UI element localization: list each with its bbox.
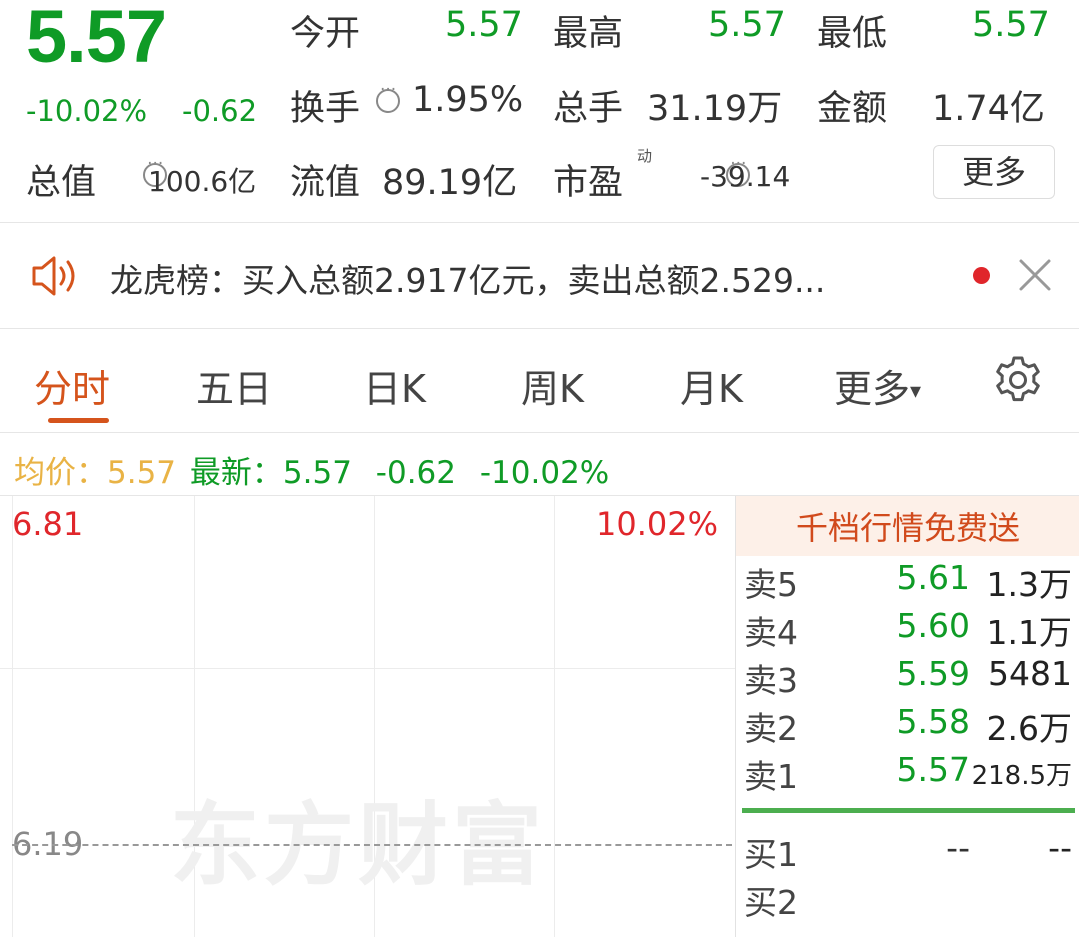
prev-close-line bbox=[12, 844, 732, 846]
sell-row: 卖1 5.57 218.5万 bbox=[736, 750, 1079, 796]
open-label: 今开 bbox=[290, 14, 361, 54]
active-tab-indicator bbox=[48, 418, 109, 423]
tab-intraday[interactable]: 分时 bbox=[34, 358, 110, 413]
current-price: 5.57 bbox=[26, 0, 167, 78]
volume-label: 总手 bbox=[553, 89, 624, 129]
speaker-icon bbox=[30, 254, 80, 298]
average-latest-row: 均价：5.57 最新：5.57 -0.62 -10.02% bbox=[14, 447, 609, 492]
more-stats-button[interactable]: 更多 bbox=[933, 145, 1055, 199]
gear-icon[interactable] bbox=[992, 354, 1044, 406]
buy-price: -- bbox=[946, 828, 970, 867]
amount-value: 1.74亿 bbox=[932, 89, 1045, 129]
chevron-down-icon: ▾ bbox=[910, 379, 922, 404]
high-label: 最高 bbox=[553, 14, 624, 54]
sell-price: 5.58 bbox=[896, 702, 970, 741]
market-cap-label: 总值 bbox=[26, 163, 97, 203]
turnover-label: 换手 bbox=[290, 89, 361, 129]
buy-level-label: 买2 bbox=[744, 883, 798, 922]
sell-row: 卖5 5.61 1.3万 bbox=[736, 558, 1079, 604]
avg-price-value: 5.57 bbox=[107, 455, 177, 491]
sell-level-label: 卖4 bbox=[744, 613, 798, 652]
volume-value: 31.19万 bbox=[647, 89, 783, 129]
sell-price: 5.61 bbox=[896, 558, 970, 597]
sell-volume: 5481 bbox=[988, 654, 1072, 693]
divider bbox=[0, 432, 1079, 433]
float-cap-value: 89.19亿 bbox=[382, 163, 518, 203]
sell-row: 卖4 5.60 1.1万 bbox=[736, 606, 1079, 652]
sell-volume: 2.6万 bbox=[986, 709, 1072, 748]
tab-daily-k[interactable]: 日K bbox=[363, 358, 426, 413]
high-value: 5.57 bbox=[708, 5, 786, 45]
open-value: 5.57 bbox=[445, 5, 523, 45]
divider bbox=[0, 222, 1079, 223]
tab-five-day[interactable]: 五日 bbox=[196, 358, 272, 413]
y-axis-top-percent: 10.02% bbox=[596, 505, 719, 543]
sell-volume: 1.3万 bbox=[986, 565, 1072, 604]
latest-change: -0.62 bbox=[375, 455, 456, 491]
sell-level-label: 卖1 bbox=[744, 757, 798, 796]
buy-volume: -- bbox=[1048, 828, 1072, 867]
pe-dynamic-superscript: 动 bbox=[637, 147, 653, 165]
y-axis-top-price: 6.81 bbox=[12, 505, 84, 543]
pe-value: -39.14 bbox=[700, 160, 791, 193]
watermark: 东方财富 bbox=[170, 792, 546, 898]
grid-line bbox=[0, 668, 735, 669]
level2-promo-banner[interactable]: 千档行情免费送 bbox=[736, 496, 1079, 556]
latest-price-value: 5.57 bbox=[282, 455, 352, 491]
avg-price-label: 均价： bbox=[14, 455, 107, 491]
close-icon[interactable] bbox=[1018, 258, 1052, 292]
low-label: 最低 bbox=[817, 14, 888, 54]
change-amount: -0.62 bbox=[182, 94, 258, 128]
dragon-tiger-notice[interactable]: 龙虎榜：买入总额2.917亿元，卖出总额2.529... bbox=[110, 254, 825, 302]
sell-level-label: 卖2 bbox=[744, 709, 798, 748]
divider bbox=[0, 328, 1079, 329]
latest-change-pct: -10.02% bbox=[479, 455, 610, 491]
tab-weekly-k[interactable]: 周K bbox=[521, 358, 584, 413]
sell-volume: 218.5万 bbox=[971, 761, 1072, 791]
sell-row: 卖3 5.59 5481 bbox=[736, 654, 1079, 700]
book-separator bbox=[742, 808, 1075, 813]
grid-line bbox=[12, 496, 13, 937]
unread-dot bbox=[973, 267, 990, 284]
grid-line bbox=[554, 496, 555, 937]
pe-label: 市盈 bbox=[553, 163, 624, 203]
sell-volume: 1.1万 bbox=[986, 613, 1072, 652]
tab-more[interactable]: 更多▾ bbox=[834, 358, 921, 413]
tab-monthly-k[interactable]: 月K bbox=[680, 358, 743, 413]
order-book: 千档行情免费送 卖5 5.61 1.3万 卖4 5.60 1.1万 卖3 5.5… bbox=[735, 496, 1079, 937]
buy-row: 买1 -- -- bbox=[736, 828, 1079, 874]
buy-row: 买2 bbox=[736, 876, 1079, 922]
sell-level-label: 卖3 bbox=[744, 661, 798, 700]
amount-label: 金额 bbox=[817, 89, 888, 129]
market-cap-value: 100.6亿 bbox=[148, 165, 257, 198]
sell-price: 5.59 bbox=[896, 654, 970, 693]
sell-level-label: 卖5 bbox=[744, 565, 798, 604]
latest-price-label: 最新： bbox=[189, 455, 283, 491]
low-value: 5.57 bbox=[972, 5, 1050, 45]
sell-row: 卖2 5.58 2.6万 bbox=[736, 702, 1079, 748]
tab-more-label: 更多 bbox=[834, 367, 911, 411]
buy-level-label: 买1 bbox=[744, 835, 798, 874]
turnover-info-icon[interactable] bbox=[376, 80, 400, 113]
sell-price: 5.57 bbox=[896, 750, 970, 789]
sell-price: 5.60 bbox=[896, 606, 970, 645]
float-cap-label: 流值 bbox=[290, 163, 361, 203]
turnover-value: 1.95% bbox=[412, 80, 524, 120]
change-percent: -10.02% bbox=[26, 94, 148, 128]
